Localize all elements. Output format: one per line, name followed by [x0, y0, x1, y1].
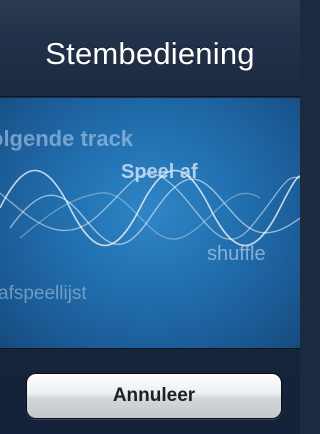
header-bar: Stembediening — [0, 0, 300, 97]
voice-phrase: shuffle — [207, 243, 266, 265]
cancel-button[interactable]: Annuleer — [26, 373, 282, 419]
footer-bar: Annuleer — [0, 348, 300, 434]
voice-command-panel: olgende track Speel af shuffle afspeelli… — [0, 98, 300, 348]
voice-phrase: Speel af — [121, 161, 198, 183]
voice-control-screen: Stembediening olgende track Speel af shu… — [0, 0, 300, 434]
voice-phrase: afspeellijst — [0, 283, 87, 304]
page-title: Stembediening — [45, 36, 255, 71]
voice-phrase: olgende track — [0, 126, 134, 151]
